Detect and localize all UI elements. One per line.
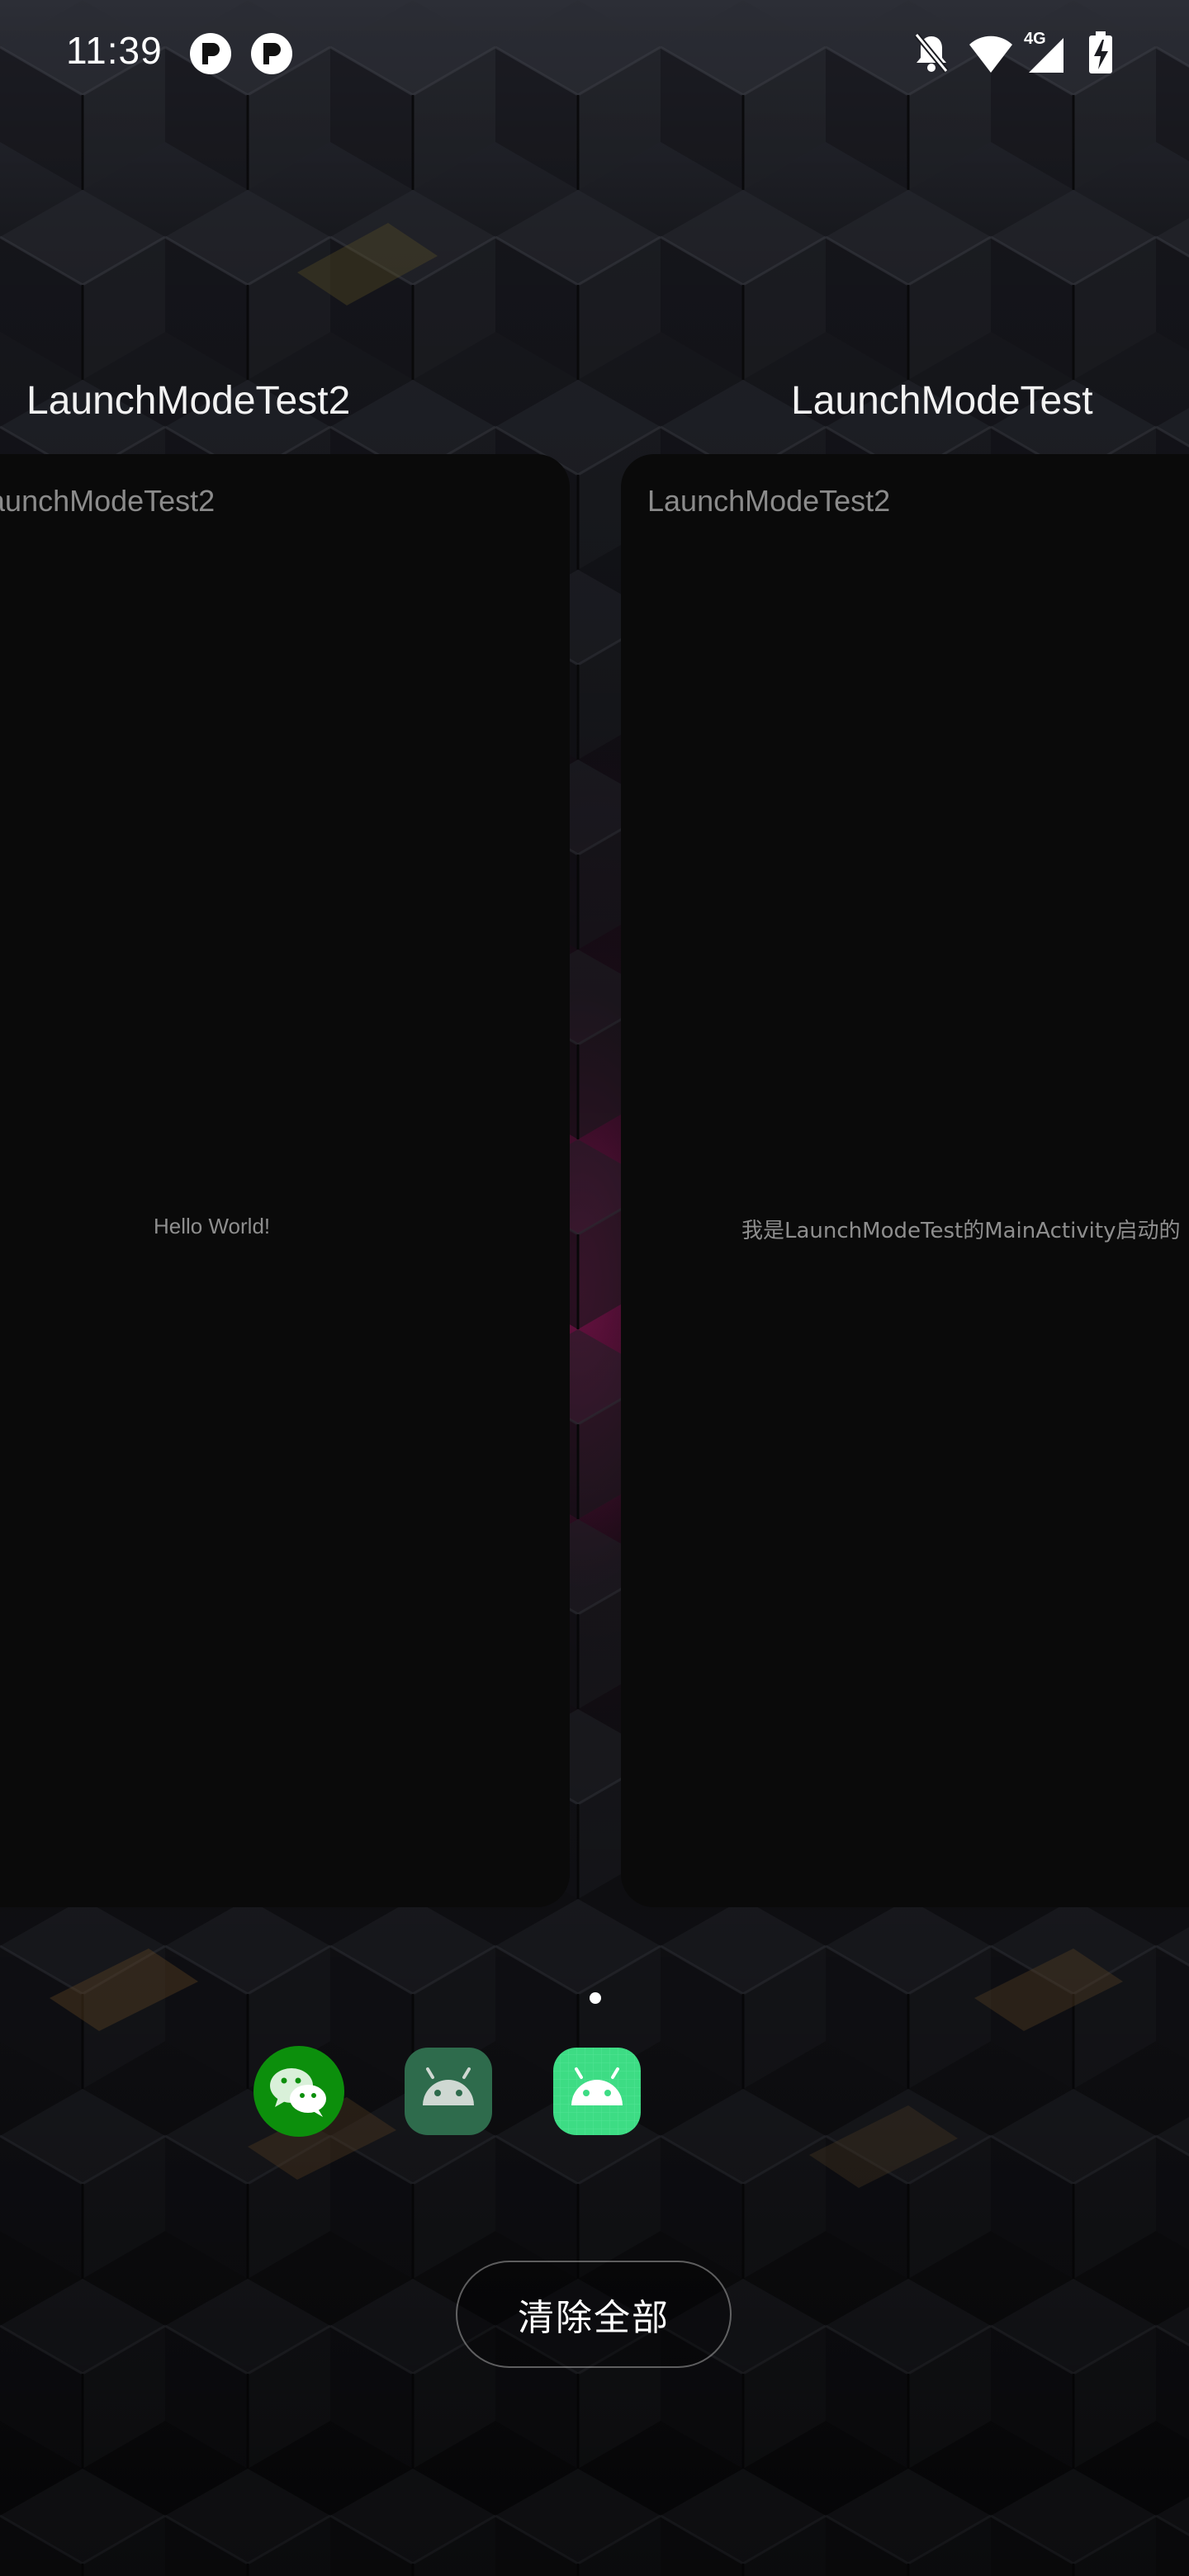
wifi-icon (968, 30, 1014, 76)
do-not-disturb-icon (912, 30, 951, 76)
card-content-text: Hello World! (154, 1214, 271, 1238)
task-label-launchmodetest2[interactable]: LaunchModeTest2 (26, 378, 350, 424)
battery-charging-icon (1087, 30, 1115, 76)
card-window-title: LaunchModeTest2 (647, 484, 891, 518)
app-notification-icon (251, 33, 292, 74)
app-notification-icon (190, 33, 231, 74)
pager-indicator-dot (590, 1992, 601, 2004)
status-bar: 11:39 4G (0, 0, 1189, 107)
wechat-icon[interactable] (253, 2046, 344, 2137)
card-window-title: LaunchModeTest2 (0, 484, 216, 518)
clear-all-button[interactable]: 清除全部 (456, 2261, 732, 2368)
task-label-launchmodetest[interactable]: LaunchModeTest (791, 378, 1093, 424)
task-card-launchmodetest2[interactable]: LaunchModeTest2 Hello World! (0, 454, 570, 1907)
card-content-text: 我是LaunchModeTest的MainActivity启动的 (741, 1219, 1181, 1243)
task-card-launchmodetest[interactable]: LaunchModeTest2 我是LaunchModeTest的MainAct… (621, 454, 1189, 1907)
cellular-signal-icon (1024, 30, 1065, 76)
status-time: 11:39 (66, 29, 163, 72)
android-app-icon[interactable] (403, 2046, 494, 2137)
android-app-icon[interactable] (552, 2046, 642, 2137)
